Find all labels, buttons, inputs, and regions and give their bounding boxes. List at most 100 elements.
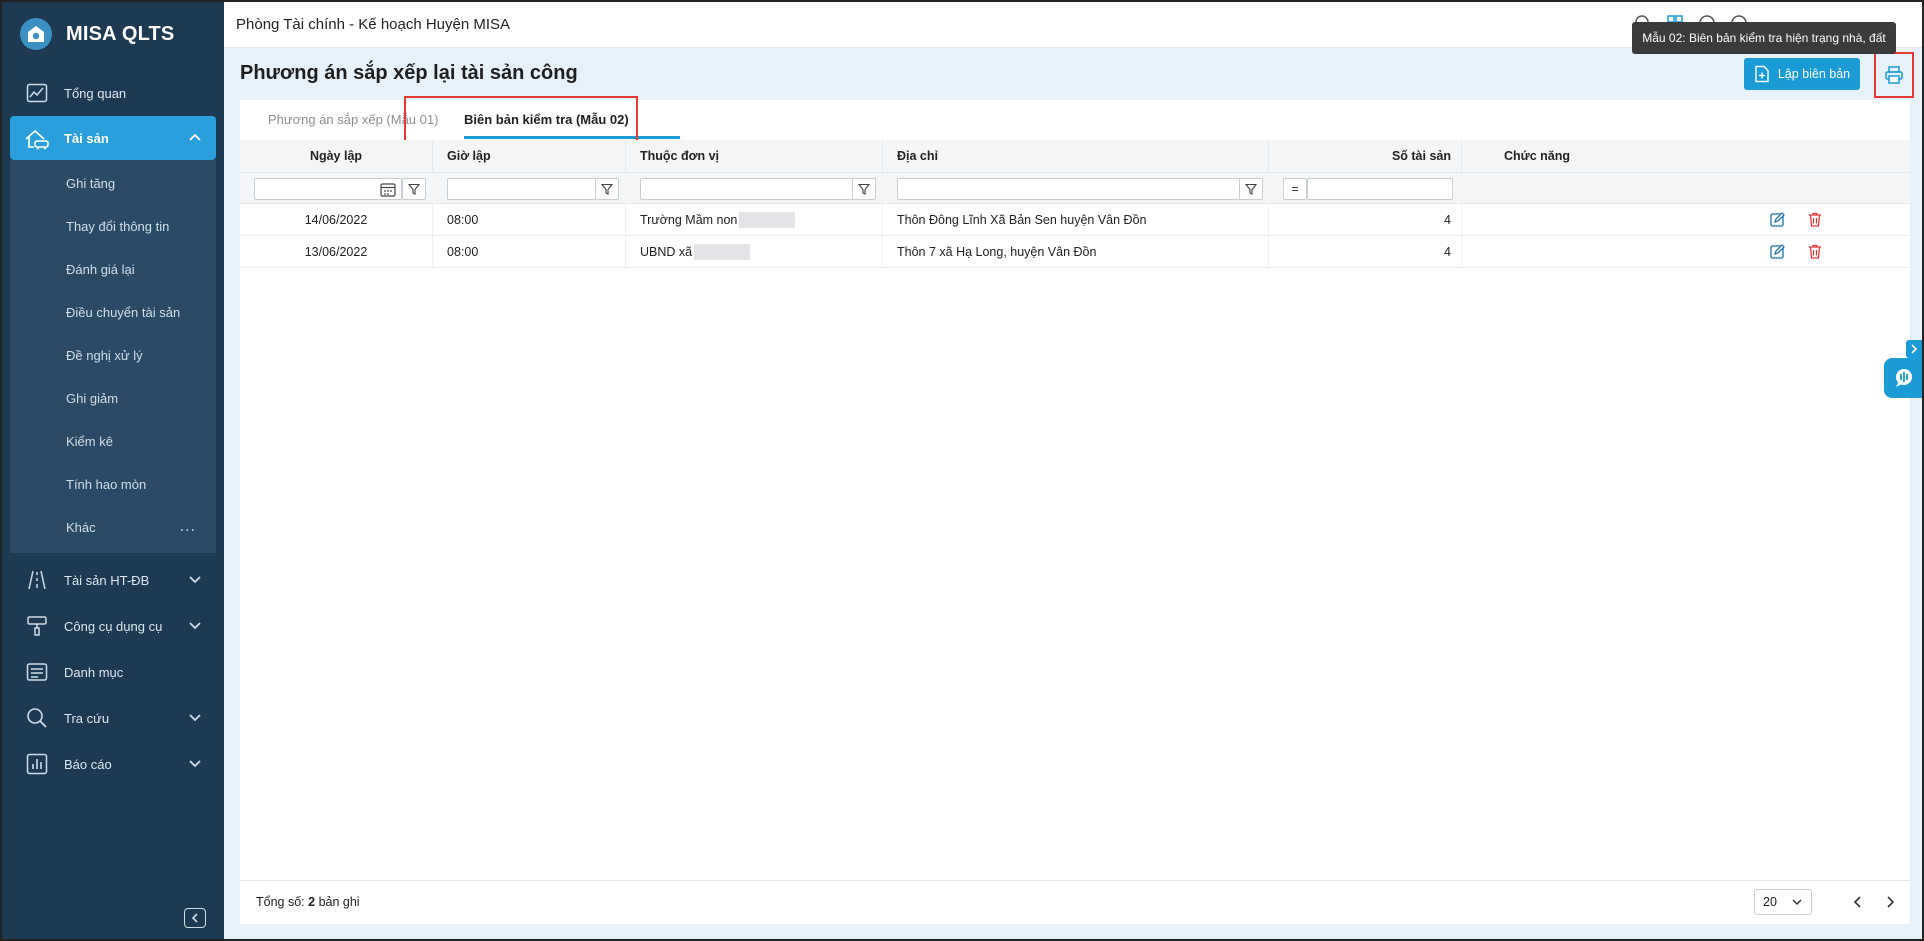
- chevron-right-icon: [1911, 344, 1918, 354]
- tab-inspection-form02[interactable]: Biên bản kiểm tra (Mẫu 02): [464, 112, 629, 127]
- main-content: Phương án sắp xếp lại tài sản công Lập b…: [224, 48, 1922, 939]
- cell-time: 08:00: [433, 204, 626, 236]
- content-panel: Phương án sắp xếp (Mẫu 01) Biên bản kiểm…: [240, 96, 1910, 924]
- cell-asset-count: 4: [1269, 236, 1462, 268]
- page-size-select[interactable]: 20: [1754, 889, 1812, 915]
- sidebar-item-label: Tra cứu: [64, 710, 110, 726]
- sidebar-item-reports[interactable]: Báo cáo: [2, 741, 224, 787]
- cell-address: Thôn 7 xã Hạ Long, huyện Vân Đồn: [883, 236, 1269, 268]
- redacted-text: [739, 212, 796, 228]
- sidebar-item-label: Công cụ dụng cụ: [64, 618, 163, 634]
- chevron-down-icon: [1792, 899, 1802, 906]
- chevron-down-icon: [189, 714, 201, 722]
- filter-row: =: [240, 172, 1910, 204]
- assets-submenu: Ghi tăng Thay đổi thông tin Đánh giá lại…: [10, 160, 216, 553]
- col-header-address[interactable]: Địa chỉ: [883, 140, 1269, 172]
- unit-filter-input[interactable]: [640, 178, 854, 200]
- sidebar-item-assets[interactable]: Tài sản: [10, 116, 216, 160]
- brush-icon: [24, 614, 50, 638]
- filter-icon[interactable]: [402, 178, 426, 200]
- chevron-left-icon: [1853, 896, 1861, 908]
- delete-icon[interactable]: [1808, 212, 1822, 230]
- sidebar-item-overview[interactable]: Tổng quan: [2, 70, 224, 116]
- col-header-unit[interactable]: Thuộc đơn vị: [626, 140, 883, 172]
- sidebar-item-label: Danh mục: [64, 664, 124, 680]
- delete-icon[interactable]: [1808, 244, 1822, 262]
- more-icon[interactable]: ...: [180, 518, 196, 536]
- sidebar-item-lookup[interactable]: Tra cứu: [2, 695, 224, 741]
- cell-asset-count: 4: [1269, 204, 1462, 236]
- chat-icon: [1896, 369, 1912, 387]
- filter-icon[interactable]: [852, 178, 876, 200]
- col-header-date[interactable]: Ngày lập: [240, 140, 433, 172]
- create-report-button[interactable]: Lập biên bản: [1744, 58, 1860, 90]
- col-header-actions: Chức năng: [1462, 140, 1910, 172]
- chevron-down-icon: [189, 760, 201, 768]
- submenu-item-decrease[interactable]: Ghi giảm: [10, 377, 216, 420]
- brand[interactable]: MISA QLTS: [2, 2, 224, 66]
- time-filter-input[interactable]: [447, 178, 597, 200]
- sidebar-collapse-button[interactable]: [184, 908, 206, 928]
- print-tooltip: Mẫu 02: Biên bản kiểm tra hiện trạng nhà…: [1632, 22, 1896, 54]
- sidebar-item-catalog[interactable]: Danh mục: [2, 649, 224, 695]
- search-icon: [24, 706, 50, 730]
- operator-selector[interactable]: =: [1283, 178, 1307, 200]
- table-row[interactable]: 13/06/2022 08:00 UBND xã Thôn 7 xã Hạ Lo…: [240, 236, 1910, 268]
- redacted-text: [694, 244, 751, 260]
- cell-address: Thôn Đông Lĩnh Xã Bản Sen huyện Vân Đồn: [883, 204, 1269, 236]
- chevron-up-icon: [189, 133, 201, 141]
- col-header-asset-count[interactable]: Số tài sản: [1269, 140, 1462, 172]
- submenu-item-inventory[interactable]: Kiểm kê: [10, 420, 216, 463]
- submenu-item-disposal-request[interactable]: Đề nghị xử lý: [10, 334, 216, 377]
- submenu-item-change-info[interactable]: Thay đổi thông tin: [10, 205, 216, 248]
- chart-line-icon: [24, 81, 50, 105]
- tab-bar: Phương án sắp xếp (Mẫu 01) Biên bản kiểm…: [240, 100, 1910, 140]
- chevron-left-icon: [191, 913, 198, 923]
- org-title[interactable]: Phòng Tài chính - Kế hoạch Huyện MISA: [236, 16, 510, 33]
- road-icon: [24, 568, 50, 592]
- print-button[interactable]: [1874, 52, 1914, 98]
- support-chat-button[interactable]: [1884, 358, 1922, 398]
- sidebar-item-infrastructure[interactable]: Tài sản HT-ĐB: [2, 557, 224, 603]
- report-chart-icon: [24, 752, 50, 776]
- sidebar-item-tools[interactable]: Công cụ dụng cụ: [2, 603, 224, 649]
- next-page-button[interactable]: [1884, 895, 1896, 912]
- sidebar: MISA QLTS Tổng quan Tài sản Ghi tăng Tha…: [2, 2, 224, 939]
- chevron-down-icon: [189, 622, 201, 630]
- cell-unit: Trường Mầm non: [626, 204, 883, 236]
- page-title: Phương án sắp xếp lại tài sản công: [240, 62, 578, 84]
- grid-footer: Tổng số: 2 bản ghi 20: [240, 880, 1910, 924]
- submenu-item-depreciation[interactable]: Tính hao mòn: [10, 463, 216, 506]
- cell-time: 08:00: [433, 236, 626, 268]
- submenu-item-revaluation[interactable]: Đánh giá lại: [10, 248, 216, 291]
- sidebar-item-label: Tổng quan: [64, 85, 127, 101]
- active-tab-indicator: [464, 136, 680, 139]
- filter-icon[interactable]: [1239, 178, 1263, 200]
- prev-page-button[interactable]: [1852, 895, 1864, 912]
- submenu-item-increase[interactable]: Ghi tăng: [10, 162, 216, 205]
- edit-icon[interactable]: [1770, 212, 1785, 230]
- side-panel-toggle[interactable]: [1906, 340, 1922, 358]
- chevron-right-icon: [1887, 896, 1895, 908]
- submenu-item-transfer[interactable]: Điều chuyển tài sản: [10, 291, 216, 334]
- filter-icon[interactable]: [595, 178, 619, 200]
- submenu-item-other[interactable]: Khác ...: [10, 506, 216, 549]
- total-records: Tổng số: 2 bản ghi: [256, 895, 360, 909]
- sidebar-item-label: Báo cáo: [64, 756, 112, 772]
- table-row[interactable]: 14/06/2022 08:00 Trường Mầm non Thôn Đôn…: [240, 204, 1910, 236]
- calendar-icon[interactable]: [380, 182, 396, 200]
- cell-date: 13/06/2022: [240, 236, 433, 268]
- sidebar-item-label: Tài sản: [64, 130, 109, 146]
- app-title: MISA QLTS: [66, 22, 175, 45]
- tab-plan-form01[interactable]: Phương án sắp xếp (Mẫu 01): [268, 112, 438, 127]
- list-card-icon: [24, 660, 50, 684]
- sidebar-item-label: Tài sản HT-ĐB: [64, 572, 150, 588]
- cell-unit: UBND xã: [626, 236, 883, 268]
- col-header-time[interactable]: Giờ lập: [433, 140, 626, 172]
- asset-count-filter-input[interactable]: [1307, 178, 1453, 200]
- edit-icon[interactable]: [1770, 244, 1785, 262]
- address-filter-input[interactable]: [897, 178, 1241, 200]
- topbar: Phòng Tài chính - Kế hoạch Huyện MISA Mẫ…: [224, 2, 1922, 54]
- cell-date: 14/06/2022: [240, 204, 433, 236]
- chevron-down-icon: [189, 576, 201, 584]
